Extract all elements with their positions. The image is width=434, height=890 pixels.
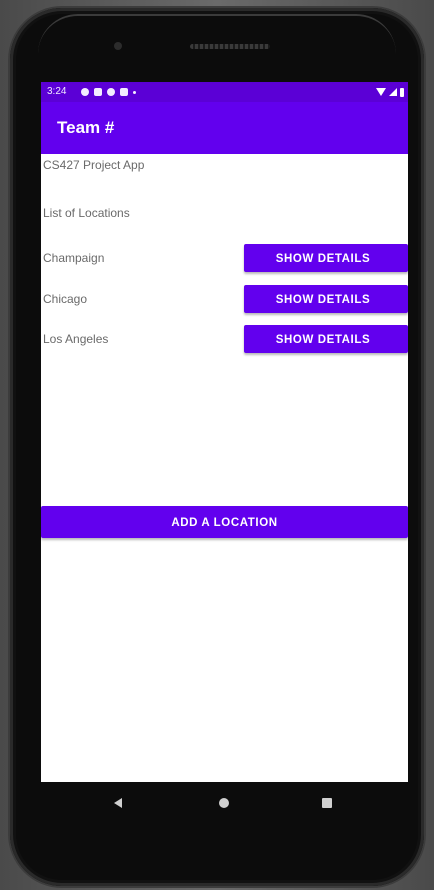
system-nav-bar: [41, 782, 408, 830]
app-title: Team #: [57, 118, 115, 137]
notification-icons: [81, 86, 136, 98]
list-heading: List of Locations: [43, 206, 130, 220]
location-name-los-angeles: Los Angeles: [43, 332, 109, 346]
wifi-icon: [376, 88, 386, 96]
back-icon[interactable]: [114, 798, 122, 808]
front-camera: [114, 42, 122, 50]
location-name-champaign: Champaign: [43, 251, 105, 265]
recents-icon[interactable]: [322, 798, 332, 808]
cell-signal-icon: [389, 88, 397, 96]
emulator-stage: 3:24 Team # CS427 Project App List of Lo…: [0, 0, 434, 890]
show-details-button-los-angeles[interactable]: SHOW DETAILS: [244, 325, 408, 353]
home-icon[interactable]: [219, 798, 229, 808]
status-bar: 3:24: [41, 82, 408, 102]
settings-notification-icon: [81, 88, 89, 96]
system-icons: [376, 86, 404, 98]
location-name-chicago: Chicago: [43, 292, 88, 306]
status-time: 3:24: [47, 86, 67, 97]
message-notification-icon: [94, 88, 102, 96]
app-heading: CS427 Project App: [43, 158, 145, 172]
app-bar: Team #: [41, 102, 408, 154]
more-notifications-dot-icon: [133, 90, 136, 94]
phone-screen: 3:24 Team # CS427 Project App List of Lo…: [41, 82, 408, 782]
add-location-button[interactable]: ADD A LOCATION: [41, 506, 408, 538]
earpiece-speaker: [190, 44, 270, 49]
show-details-button-champaign[interactable]: SHOW DETAILS: [244, 244, 408, 272]
show-details-button-chicago[interactable]: SHOW DETAILS: [244, 285, 408, 313]
frame-highlight: [38, 14, 396, 86]
shield-notification-icon: [107, 88, 115, 96]
main-content: CS427 Project App List of Locations Cham…: [41, 154, 408, 782]
battery-icon: [400, 87, 404, 97]
sd-card-notification-icon: [120, 88, 128, 96]
